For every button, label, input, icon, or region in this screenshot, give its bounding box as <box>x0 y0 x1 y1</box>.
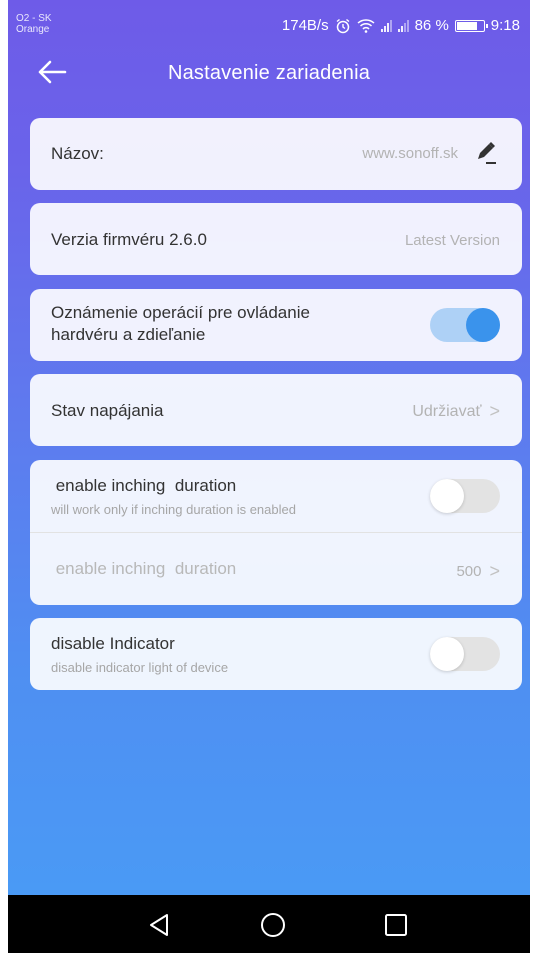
system-nav-bar <box>8 895 530 953</box>
page-title: Nastavenie zariadenia <box>167 62 371 84</box>
power-state-value-text: Udržiavať <box>412 403 482 420</box>
battery-percent: 86 % <box>414 17 449 34</box>
inching-duration-value: 500 > <box>456 561 500 582</box>
indicator-toggle[interactable] <box>430 637 500 671</box>
toggle-knob <box>430 479 464 513</box>
nav-back-button[interactable] <box>145 911 175 939</box>
inching-duration-value-text: 500 <box>456 563 482 580</box>
triangle-back-icon <box>150 914 168 936</box>
chevron-right-icon: > <box>489 561 500 581</box>
signal-icon-1 <box>380 19 392 32</box>
inching-duration-label: enable inching duration <box>51 559 237 578</box>
name-card[interactable]: Názov: www.sonoff.sk <box>30 118 522 190</box>
firmware-card: Verzia firmvéru 2.6.0 Latest Version <box>30 203 522 275</box>
indicator-card: disable Indicator disable indicator ligh… <box>30 618 522 690</box>
inching-toggle-description: will work only if inching duration is en… <box>51 502 296 517</box>
carrier-name: O2 - SK Orange <box>16 13 52 35</box>
power-state-label: Stav napájania <box>51 401 164 420</box>
notification-toggle[interactable] <box>430 308 500 342</box>
app-header: Nastavenie zariadenia <box>8 52 530 96</box>
status-icons: 174B/s 86 % 9:18 <box>282 17 520 34</box>
firmware-label: Verzia firmvéru 2.6.0 <box>51 230 207 249</box>
notification-label-line-2: hardvéru a zdieľanie <box>51 325 206 344</box>
indicator-description: disable indicator light of device <box>51 660 229 675</box>
inching-duration-row[interactable]: enable inching duration 500 > <box>30 532 522 605</box>
status-bar: O2 - SK Orange 174B/s 86 % 9:18 <box>8 0 530 46</box>
inching-card: enable inching duration will work only i… <box>30 460 522 605</box>
name-value: www.sonoff.sk <box>362 145 458 162</box>
square-recents-icon <box>385 914 407 936</box>
carrier-line-2: Orange <box>16 24 50 35</box>
circle-home-icon <box>261 913 285 937</box>
nav-home-button[interactable] <box>259 911 289 939</box>
notification-label-line-1: Oznámenie operácií pre ovládanie <box>51 303 310 322</box>
chevron-right-icon: > <box>489 401 500 421</box>
network-speed: 174B/s <box>281 17 329 34</box>
app-screen: O2 - SK Orange 174B/s 86 % 9:18 Nastaven… <box>8 0 530 895</box>
inching-toggle[interactable] <box>430 479 500 513</box>
edit-pencil-icon[interactable] <box>474 140 498 171</box>
firmware-status: Latest Version <box>404 232 500 249</box>
toggle-knob <box>466 308 500 342</box>
alarm-icon <box>335 18 351 34</box>
wifi-icon <box>357 18 375 33</box>
battery-icon <box>454 19 488 32</box>
inching-toggle-label: enable inching duration <box>51 476 237 495</box>
power-state-value: Udržiavať > <box>412 401 500 422</box>
notification-label: Oznámenie operácií pre ovládanie hardvér… <box>51 302 310 346</box>
power-state-card[interactable]: Stav napájania Udržiavať > <box>30 374 522 446</box>
phone-screen: O2 - SK Orange 174B/s 86 % 9:18 Nastaven… <box>0 0 538 953</box>
indicator-label: disable Indicator <box>51 634 175 653</box>
notification-card: Oznámenie operácií pre ovládanie hardvér… <box>30 289 522 361</box>
nav-recents-button[interactable] <box>382 911 412 939</box>
clock: 9:18 <box>490 17 520 34</box>
carrier-line-1: O2 - SK <box>16 13 52 24</box>
toggle-knob <box>430 637 464 671</box>
name-label: Názov: <box>51 144 104 163</box>
signal-icon-2 <box>397 19 409 32</box>
